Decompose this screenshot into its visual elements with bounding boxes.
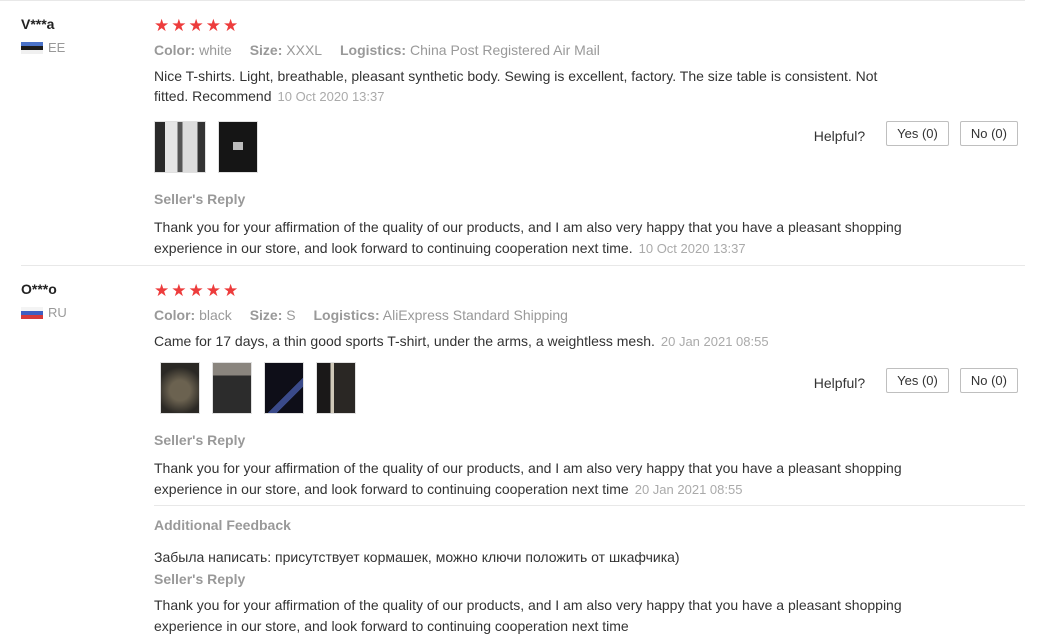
helpful-no-button[interactable]: No (0) xyxy=(959,121,1018,146)
size-label: Size: xyxy=(249,42,283,58)
reviewer-name: V***a xyxy=(21,16,55,32)
color-label: Color: xyxy=(154,42,196,58)
helpful-vote: Helpful? Yes (0) No (0) xyxy=(814,368,1018,393)
review-photo[interactable] xyxy=(160,362,200,414)
rating-stars: ★★★★★ xyxy=(154,16,241,35)
reviewer-info: O***o RU xyxy=(21,281,67,320)
country-code: EE xyxy=(48,40,66,55)
helpful-label: Helpful? xyxy=(813,127,866,144)
additional-seller-reply-text: Thank you for your affirmation of the qu… xyxy=(154,597,902,634)
size-value: S xyxy=(286,307,296,323)
additional-divider xyxy=(154,505,1025,506)
rating-stars: ★★★★★ xyxy=(154,281,241,300)
seller-reply-title: Seller's Reply xyxy=(154,191,246,207)
order-info: Color: white Size: XXXL Logistics: China… xyxy=(154,42,1024,58)
seller-reply-date: 10 Oct 2020 13:37 xyxy=(638,241,746,256)
seller-reply-body: Thank you for your affirmation of the qu… xyxy=(154,460,902,497)
helpful-label: Helpful? xyxy=(813,374,866,391)
color-value: white xyxy=(199,42,232,58)
logistics-value: China Post Registered Air Mail xyxy=(409,42,600,58)
review-photo[interactable] xyxy=(218,121,258,173)
color-label: Color: xyxy=(154,307,196,323)
logistics-label: Logistics: xyxy=(313,307,380,323)
review-photo[interactable] xyxy=(316,362,356,414)
size-value: XXXL xyxy=(286,42,323,58)
seller-reply-title: Seller's Reply xyxy=(154,432,246,448)
review-date: 20 Jan 2021 08:55 xyxy=(660,334,769,349)
review-text: Nice T-shirts. Light, breathable, pleasa… xyxy=(154,66,914,107)
seller-reply-text: Thank you for your affirmation of the qu… xyxy=(154,458,914,500)
review-text: Came for 17 days, a thin good sports T-s… xyxy=(154,331,914,352)
order-info: Color: black Size: S Logistics: AliExpre… xyxy=(154,307,1024,323)
color-value: black xyxy=(199,307,232,323)
flag-icon xyxy=(21,306,43,319)
review-photo[interactable] xyxy=(264,362,304,414)
reviewer-name: O***o xyxy=(21,281,57,297)
review-photo[interactable] xyxy=(154,121,206,173)
country-code: RU xyxy=(48,305,67,320)
seller-reply-date: 20 Jan 2021 08:55 xyxy=(634,482,743,497)
additional-feedback-text: Забыла написать: присутствует кормашек, … xyxy=(154,549,680,565)
seller-reply-body: Thank you for your affirmation of the qu… xyxy=(154,219,902,256)
helpful-vote: Helpful? Yes (0) No (0) xyxy=(814,121,1018,146)
helpful-no-button[interactable]: No (0) xyxy=(959,368,1018,393)
logistics-value: AliExpress Standard Shipping xyxy=(382,307,568,323)
additional-feedback-title: Additional Feedback xyxy=(154,517,291,533)
review-divider xyxy=(21,265,1025,266)
helpful-yes-button[interactable]: Yes (0) xyxy=(886,121,949,146)
reviewer-country: EE xyxy=(21,40,65,55)
top-divider xyxy=(0,0,1025,1)
helpful-yes-button[interactable]: Yes (0) xyxy=(886,368,949,393)
additional-seller-reply-title: Seller's Reply xyxy=(154,571,246,587)
logistics-label: Logistics: xyxy=(339,42,407,58)
size-label: Size: xyxy=(249,307,283,323)
flag-icon xyxy=(21,41,43,54)
review-body: Came for 17 days, a thin good sports T-s… xyxy=(154,333,655,349)
reviewer-country: RU xyxy=(21,305,67,320)
seller-reply-text: Thank you for your affirmation of the qu… xyxy=(154,217,914,259)
reviewer-info: V***a EE xyxy=(21,16,65,55)
review-body: Nice T-shirts. Light, breathable, pleasa… xyxy=(154,68,878,104)
additional-feedback: Additional Feedback Забыла написать: при… xyxy=(154,517,1024,637)
review-photo[interactable] xyxy=(212,362,252,414)
review-date: 10 Oct 2020 13:37 xyxy=(277,89,385,104)
photo-label-decor xyxy=(233,142,243,150)
